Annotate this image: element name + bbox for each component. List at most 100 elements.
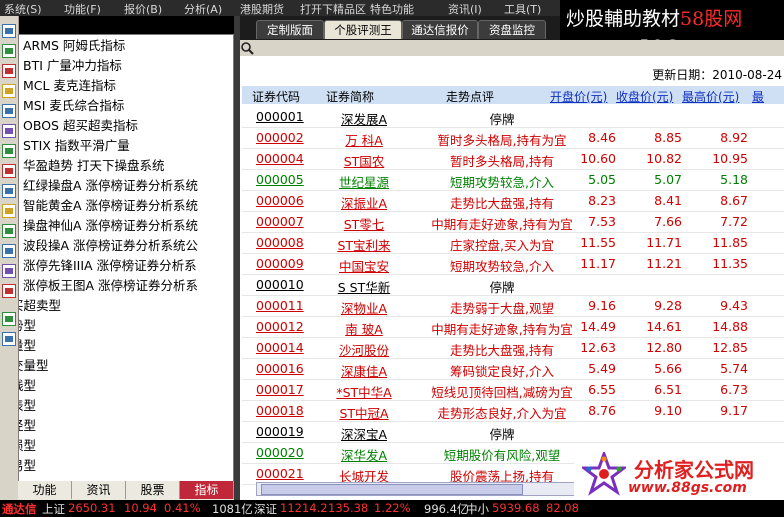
stock-name[interactable]: S ST华新 [326, 277, 402, 296]
column-header-0[interactable]: 证券代码 [252, 88, 300, 105]
left-tab-0[interactable]: 功能 [18, 481, 72, 499]
stock-code[interactable]: 000008 [256, 235, 304, 250]
stock-name[interactable]: 深物业A [326, 298, 402, 317]
table-row[interactable]: 000004 ST国农 暂时多头格局,持有 10.60 10.82 10.95 [242, 148, 784, 170]
toolbar-tool-icon[interactable] [2, 44, 16, 58]
menu-item-8[interactable]: 工具(T) [504, 1, 541, 17]
toolbar-tool-icon[interactable] [2, 284, 16, 298]
toolbar-tool-icon[interactable] [2, 224, 16, 238]
table-row[interactable]: 000019 深深宝A 停牌 [242, 421, 784, 443]
menu-item-4[interactable]: 港股期货 [240, 1, 284, 17]
column-header-2[interactable]: 走势点评 [446, 88, 494, 105]
indicator-item[interactable]: 红绿操盘A 涨停榜证券分析系统 [23, 176, 198, 196]
stock-name[interactable]: 深深宝A [326, 424, 402, 443]
toolbar-tool-icon[interactable] [2, 64, 16, 78]
stock-code[interactable]: 000001 [256, 109, 304, 124]
toolbar-tool-icon[interactable] [2, 244, 16, 258]
table-row[interactable]: 000014 沙河股份 走势比大盘强,持有 12.63 12.80 12.85 [242, 337, 784, 359]
indicator-item[interactable]: 操盘神仙A 涨停榜证券分析系统 [23, 216, 198, 236]
table-row[interactable]: 000009 中国宝安 短期攻势较急,介入 11.17 11.21 11.35 [242, 253, 784, 275]
stock-name[interactable]: 深振业A [326, 193, 402, 212]
stock-name[interactable]: 万 科A [326, 130, 402, 149]
stock-code[interactable]: 000021 [256, 466, 304, 481]
stock-name[interactable]: 深华发A [326, 445, 402, 464]
horizontal-scrollbar[interactable] [256, 482, 576, 496]
column-header-3[interactable]: 开盘价(元) [550, 88, 607, 105]
indicator-item[interactable]: 交量型 [19, 356, 49, 376]
toolbar-tool-icon[interactable] [2, 312, 16, 326]
menu-item-2[interactable]: 报价(B) [124, 1, 162, 17]
stock-name[interactable]: *ST中华A [326, 382, 402, 401]
table-row[interactable]: 000002 万 科A 暂时多头格局,持有为宜 8.46 8.85 8.92 [242, 127, 784, 149]
indicator-item[interactable]: 智能黄金A 涨停榜证券分析系统 [23, 196, 198, 216]
toolbar-tool-icon[interactable] [2, 84, 16, 98]
toolbar-tool-icon[interactable] [2, 204, 16, 218]
indicator-item[interactable]: 损型 [19, 436, 36, 456]
toolbar-tool-icon[interactable] [2, 164, 16, 178]
menu-item-3[interactable]: 分析(A) [184, 1, 222, 17]
hscroll-thumb[interactable] [261, 484, 523, 495]
stock-code[interactable]: 000009 [256, 256, 304, 271]
stock-code[interactable]: 000006 [256, 193, 304, 208]
toolbar-tool-icon[interactable] [2, 124, 16, 138]
table-row[interactable]: 000006 深振业A 走势比大盘强,持有 8.23 8.41 8.67 [242, 190, 784, 212]
table-row[interactable]: 000011 深物业A 走势弱于大盘,观望 9.16 9.28 9.43 [242, 295, 784, 317]
table-row[interactable]: 000010 S ST华新 停牌 [242, 274, 784, 296]
stock-code[interactable]: 000011 [256, 298, 304, 313]
indicator-item[interactable]: STIX 指数平滑广量 [23, 136, 130, 156]
top-tab-3[interactable]: 资盘监控 [478, 20, 546, 39]
stock-code[interactable]: 000017 [256, 382, 304, 397]
menu-item-0[interactable]: 系统(S) [4, 1, 42, 17]
stock-name[interactable]: 南 玻A [326, 319, 402, 338]
left-tab-1[interactable]: 资讯 [72, 481, 126, 499]
table-row[interactable]: 000005 世纪星源 短期攻势较急,介入 5.05 5.07 5.18 [242, 169, 784, 191]
stock-code[interactable]: 000019 [256, 424, 304, 439]
stock-code[interactable]: 000004 [256, 151, 304, 166]
toolbar-tool-icon[interactable] [2, 184, 16, 198]
toolbar-tool-icon[interactable] [2, 264, 16, 278]
indicator-item[interactable]: ARMS 阿姆氏指标 [23, 36, 125, 56]
toolbar-tool-icon[interactable] [2, 104, 16, 118]
indicator-item[interactable]: 易型 [19, 456, 36, 476]
indicator-item[interactable]: 径型 [19, 416, 36, 436]
indicator-item[interactable]: 涨停板王图A 涨停榜证券分析系 [23, 276, 198, 296]
table-row[interactable]: 000017 *ST中华A 短线见顶待回档,减磅为宜 6.55 6.51 6.73 [242, 379, 784, 401]
indicator-item[interactable]: 涨停先锋IIIA 涨停榜证券分析系 [23, 256, 197, 276]
stock-name[interactable]: ST宝利来 [326, 235, 402, 254]
column-header-5[interactable]: 最高价(元) [682, 88, 739, 105]
stock-name[interactable]: 深发展A [326, 109, 402, 128]
indicator-item[interactable]: MCL 麦克连指标 [23, 76, 116, 96]
stock-code[interactable]: 000010 [256, 277, 304, 292]
stock-code[interactable]: 000016 [256, 361, 304, 376]
stock-name[interactable]: 世纪星源 [326, 172, 402, 191]
table-row[interactable]: 000008 ST宝利来 庄家控盘,买入为宜 11.55 11.71 11.85 [242, 232, 784, 254]
indicator-item[interactable]: BTI 广量冲力指标 [23, 56, 122, 76]
top-tab-1[interactable]: 个股评测王 [324, 20, 402, 39]
column-header-4[interactable]: 收盘价(元) [616, 88, 673, 105]
stock-name[interactable]: ST中冠A [326, 403, 402, 422]
indicator-item[interactable]: OBOS 超买超卖指标 [23, 116, 138, 136]
left-tab-3[interactable]: 指标 [180, 481, 234, 499]
toolbar-tool-icon[interactable] [2, 144, 16, 158]
stock-name[interactable]: 沙河股份 [326, 340, 402, 359]
stock-code[interactable]: 000014 [256, 340, 304, 355]
top-tab-2[interactable]: 通达信报价 [402, 20, 478, 39]
menu-item-7[interactable]: 资讯(I) [448, 1, 482, 17]
stock-code[interactable]: 000002 [256, 130, 304, 145]
table-row[interactable]: 000016 深康佳A 筹码锁定良好,介入 5.49 5.66 5.74 [242, 358, 784, 380]
top-tab-0[interactable]: 定制版面 [256, 20, 324, 39]
indicator-item[interactable]: 华盈趋势 打天下操盘系统 [23, 156, 164, 176]
indicator-item[interactable]: 买超卖型 [19, 296, 61, 316]
indicator-item[interactable]: 量型 [19, 336, 36, 356]
indicator-item[interactable]: 势型 [19, 316, 36, 336]
column-header-6[interactable]: 最 [752, 88, 764, 105]
table-row[interactable]: 000012 南 玻A 中期有走好迹象,持有为宜 14.49 14.61 14.88 [242, 316, 784, 338]
column-header-1[interactable]: 证券简称 [326, 88, 374, 105]
stock-code[interactable]: 000005 [256, 172, 304, 187]
menu-item-6[interactable]: 特色功能 [370, 1, 414, 17]
search-icon[interactable] [240, 41, 254, 55]
indicator-item[interactable]: 波段操A 涨停榜证券分析系统公 [23, 236, 198, 256]
stock-code[interactable]: 000020 [256, 445, 304, 460]
stock-name[interactable]: ST零七 [326, 214, 402, 233]
stock-code[interactable]: 000018 [256, 403, 304, 418]
